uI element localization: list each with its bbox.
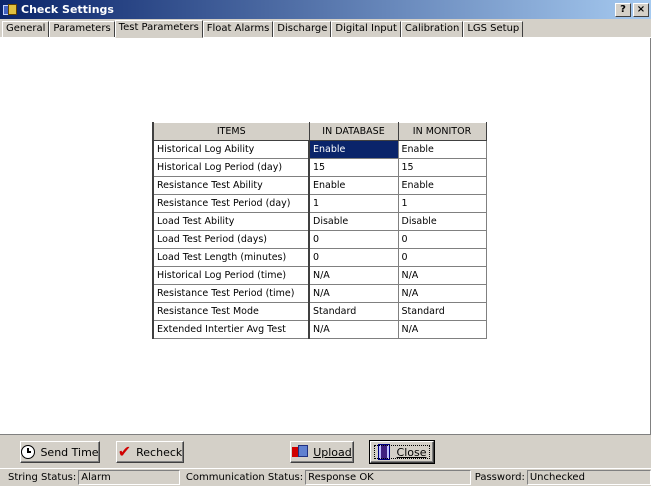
window-title: Check Settings — [21, 3, 114, 16]
title-bar: Check Settings ? × — [0, 0, 651, 19]
close-button[interactable]: Close — [369, 440, 435, 464]
tab-digital-input[interactable]: Digital Input — [331, 21, 401, 37]
grid-monitor-cell[interactable]: N/A — [397, 320, 487, 339]
grid-item-cell: Load Test Ability — [152, 212, 310, 231]
clock-icon — [21, 445, 36, 459]
grid-item-cell: Load Test Length (minutes) — [152, 248, 310, 267]
password-label: Password: — [474, 472, 525, 483]
communication-status-field: Response OK — [305, 470, 471, 485]
upload-button[interactable]: Upload — [290, 441, 354, 463]
button-bar: Send Time ✔ Recheck Upload Close — [0, 434, 651, 468]
grid-item-cell: Historical Log Period (time) — [152, 266, 310, 285]
table-row: Resistance Test Ability Enable Enable — [152, 176, 487, 195]
upload-icon — [292, 445, 309, 459]
table-row: Resistance Test Period (time) N/A N/A — [152, 284, 487, 303]
table-row: Historical Log Ability Enable Enable — [152, 140, 487, 159]
grid-database-cell[interactable]: N/A — [308, 320, 399, 339]
grid-database-cell[interactable]: 1 — [308, 194, 399, 213]
tab-lgs-setup[interactable]: LGS Setup — [463, 21, 524, 37]
tab-parameters[interactable]: Parameters — [49, 21, 115, 37]
checkmark-icon: ✔ — [117, 442, 132, 461]
send-time-label: Send Time — [40, 445, 99, 459]
table-row: Resistance Test Mode Standard Standard — [152, 302, 487, 321]
grid-item-cell: Historical Log Ability — [152, 140, 310, 159]
table-row: Resistance Test Period (day) 1 1 — [152, 194, 487, 213]
tab-strip: General Parameters Test Parameters Float… — [0, 20, 651, 38]
grid-item-cell: Resistance Test Ability — [152, 176, 310, 195]
tab-test-parameters[interactable]: Test Parameters — [114, 20, 203, 38]
help-button[interactable]: ? — [615, 2, 631, 17]
grid-database-cell[interactable]: N/A — [308, 284, 399, 303]
table-row: Historical Log Period (day) 15 15 — [152, 158, 487, 177]
send-time-button[interactable]: Send Time — [20, 441, 100, 463]
parameters-grid: ITEMS IN DATABASE IN MONITOR Historical … — [152, 122, 487, 339]
table-row: Load Test Length (minutes) 0 0 — [152, 248, 487, 267]
grid-monitor-cell[interactable]: 0 — [397, 230, 487, 249]
grid-database-cell[interactable]: N/A — [308, 266, 399, 285]
table-row: Extended Intertier Avg Test N/A N/A — [152, 320, 487, 339]
grid-item-cell: Resistance Test Period (time) — [152, 284, 310, 303]
close-window-button[interactable]: × — [633, 2, 649, 17]
grid-monitor-cell[interactable]: 15 — [397, 158, 487, 177]
grid-item-cell: Resistance Test Mode — [152, 302, 310, 321]
string-status-label: String Status: — [8, 472, 77, 483]
table-row: Load Test Period (days) 0 0 — [152, 230, 487, 249]
door-icon — [377, 444, 392, 460]
grid-database-cell[interactable]: 15 — [308, 158, 399, 177]
grid-database-cell[interactable]: Enable — [308, 140, 399, 159]
password-status-field: Unchecked — [526, 470, 651, 485]
recheck-button[interactable]: ✔ Recheck — [116, 441, 184, 463]
grid-monitor-cell[interactable]: Disable — [397, 212, 487, 231]
grid-monitor-cell[interactable]: Enable — [397, 140, 487, 159]
tab-general[interactable]: General — [2, 21, 50, 37]
grid-item-cell: Load Test Period (days) — [152, 230, 310, 249]
grid-item-cell: Historical Log Period (day) — [152, 158, 310, 177]
grid-database-cell[interactable]: 0 — [308, 248, 399, 267]
grid-database-cell[interactable]: Standard — [308, 302, 399, 321]
grid-item-cell: Extended Intertier Avg Test — [152, 320, 310, 339]
grid-item-cell: Resistance Test Period (day) — [152, 194, 310, 213]
communication-status-label: Communication Status: — [185, 472, 304, 483]
grid-monitor-cell[interactable]: N/A — [397, 266, 487, 285]
header-items: ITEMS — [152, 122, 310, 141]
header-in-database: IN DATABASE — [308, 122, 399, 141]
grid-monitor-cell[interactable]: Enable — [397, 176, 487, 195]
header-in-monitor: IN MONITOR — [397, 122, 487, 141]
string-status-field: Alarm — [78, 470, 180, 485]
test-parameters-panel: ITEMS IN DATABASE IN MONITOR Historical … — [0, 38, 651, 434]
grid-database-cell[interactable]: Disable — [308, 212, 399, 231]
tab-calibration[interactable]: Calibration — [400, 21, 464, 37]
grid-monitor-cell[interactable]: Standard — [397, 302, 487, 321]
status-bar: String Status: Alarm Communication Statu… — [0, 468, 651, 486]
close-label: Close — [396, 445, 427, 459]
upload-label: Upload — [313, 445, 352, 459]
grid-header-row: ITEMS IN DATABASE IN MONITOR — [152, 122, 487, 141]
recheck-label: Recheck — [136, 445, 183, 459]
grid-monitor-cell[interactable]: 1 — [397, 194, 487, 213]
table-row: Load Test Ability Disable Disable — [152, 212, 487, 231]
grid-monitor-cell[interactable]: 0 — [397, 248, 487, 267]
grid-database-cell[interactable]: 0 — [308, 230, 399, 249]
tab-discharge[interactable]: Discharge — [273, 21, 332, 37]
table-row: Historical Log Period (time) N/A N/A — [152, 266, 487, 285]
grid-database-cell[interactable]: Enable — [308, 176, 399, 195]
tab-float-alarms[interactable]: Float Alarms — [202, 21, 274, 37]
grid-monitor-cell[interactable]: N/A — [397, 284, 487, 303]
app-icon — [2, 3, 18, 17]
